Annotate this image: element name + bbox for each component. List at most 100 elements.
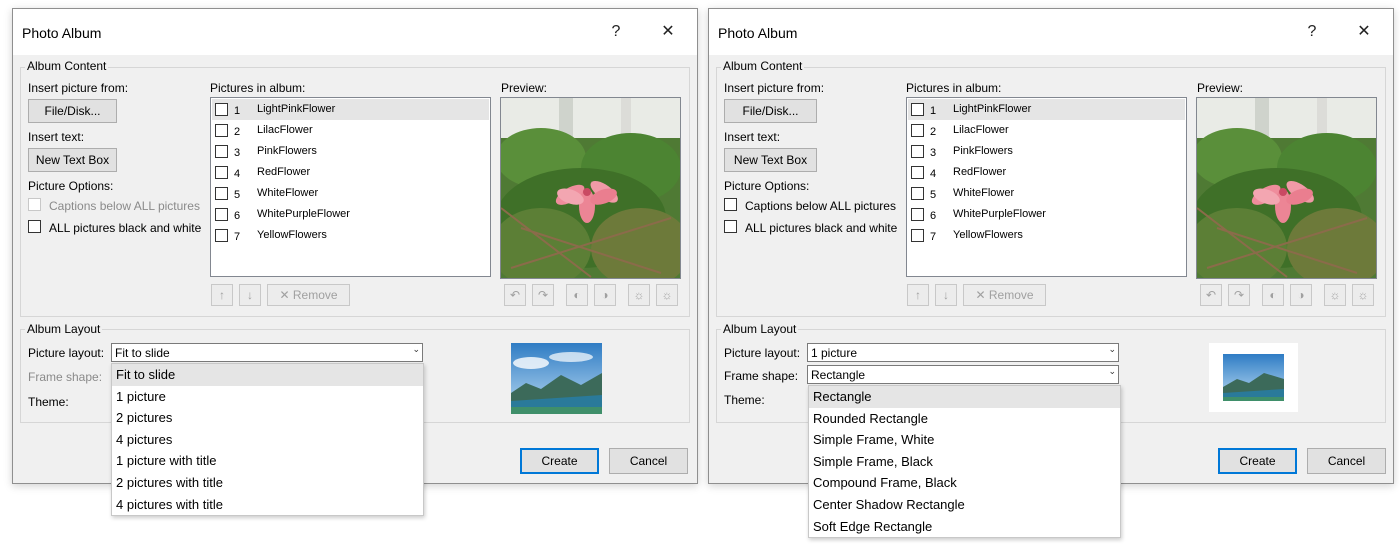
black-white-checkbox[interactable] bbox=[28, 220, 41, 233]
frame-shape-select[interactable]: Rectangle ⌄ bbox=[807, 365, 1119, 384]
list-item[interactable]: 4 RedFlower bbox=[908, 162, 1185, 183]
list-item[interactable]: 6 WhitePurpleFlower bbox=[212, 204, 489, 225]
cancel-button[interactable]: Cancel bbox=[1307, 448, 1386, 474]
list-item-checkbox[interactable] bbox=[215, 166, 228, 179]
list-item-checkbox[interactable] bbox=[911, 187, 924, 200]
close-button[interactable]: ✕ bbox=[1349, 19, 1379, 45]
remove-label: Remove bbox=[988, 288, 1034, 302]
cancel-button[interactable]: Cancel bbox=[609, 448, 688, 474]
list-item-checkbox[interactable] bbox=[215, 229, 228, 242]
list-item-checkbox[interactable] bbox=[215, 124, 228, 137]
create-label: Create bbox=[1239, 454, 1276, 468]
new-text-box-button[interactable]: New Text Box bbox=[28, 148, 117, 172]
help-button[interactable]: ? bbox=[1297, 19, 1327, 45]
list-item[interactable]: 3 PinkFlowers bbox=[212, 141, 489, 162]
list-item[interactable]: 5 WhiteFlower bbox=[212, 183, 489, 204]
new-text-box-label: New Text Box bbox=[35, 153, 110, 167]
brightness-up-button[interactable]: ☼ bbox=[1324, 284, 1346, 306]
list-item-checkbox[interactable] bbox=[911, 208, 924, 221]
list-item[interactable]: 1 LightPinkFlower bbox=[212, 99, 489, 120]
rotate-right-icon: ↷ bbox=[537, 288, 549, 302]
picture-options-label: Picture Options: bbox=[28, 179, 114, 193]
picture-layout-select[interactable]: 1 picture ⌄ bbox=[807, 343, 1119, 362]
black-white-checkbox[interactable] bbox=[724, 220, 737, 233]
list-item-checkbox[interactable] bbox=[911, 124, 924, 137]
rotate-left-button[interactable]: ↶ bbox=[504, 284, 526, 306]
frame-option[interactable]: Rectangle bbox=[809, 386, 1120, 408]
rotate-right-button[interactable]: ↷ bbox=[1228, 284, 1250, 306]
picture-layout-select[interactable]: Fit to slide ⌄ bbox=[111, 343, 423, 362]
contrast-down-button[interactable]: ◑ bbox=[594, 284, 616, 306]
contrast-down-button[interactable]: ◑ bbox=[1290, 284, 1312, 306]
layout-option[interactable]: 1 picture bbox=[112, 386, 423, 408]
contrast-up-button[interactable]: ◐ bbox=[1262, 284, 1284, 306]
frame-option[interactable]: Soft Edge Rectangle bbox=[809, 516, 1120, 538]
list-item[interactable]: 6 WhitePurpleFlower bbox=[908, 204, 1185, 225]
pictures-listbox[interactable]: 1 LightPinkFlower 2 LilacFlower 3 PinkFlowe… bbox=[210, 97, 491, 277]
list-item-checkbox[interactable] bbox=[215, 187, 228, 200]
list-item-checkbox[interactable] bbox=[911, 229, 924, 242]
list-item-checkbox[interactable] bbox=[911, 103, 924, 116]
move-down-button[interactable]: ↓ bbox=[935, 284, 957, 306]
layout-option[interactable]: 1 picture with title bbox=[112, 450, 423, 472]
file-disk-label: File/Disk... bbox=[44, 104, 101, 118]
list-item-checkbox[interactable] bbox=[215, 208, 228, 221]
list-item-name: YellowFlowers bbox=[257, 229, 327, 241]
frame-option[interactable]: Compound Frame, Black bbox=[809, 472, 1120, 494]
create-button[interactable]: Create bbox=[1218, 448, 1297, 474]
list-item[interactable]: 2 LilacFlower bbox=[908, 120, 1185, 141]
black-white-label: ALL pictures black and white bbox=[745, 221, 898, 235]
list-item-checkbox[interactable] bbox=[215, 103, 228, 116]
pictures-listbox[interactable]: 1 LightPinkFlower 2 LilacFlower 3 PinkFlowe… bbox=[906, 97, 1187, 277]
captions-checkbox[interactable] bbox=[724, 198, 737, 211]
layout-option[interactable]: 2 pictures with title bbox=[112, 472, 423, 494]
list-item[interactable]: 7 YellowFlowers bbox=[908, 225, 1185, 246]
close-button[interactable]: ✕ bbox=[653, 19, 683, 45]
remove-button[interactable]: ✕ Remove bbox=[963, 284, 1046, 306]
list-item[interactable]: 5 WhiteFlower bbox=[908, 183, 1185, 204]
create-button[interactable]: Create bbox=[520, 448, 599, 474]
file-disk-button[interactable]: File/Disk... bbox=[28, 99, 117, 123]
rotate-left-button[interactable]: ↶ bbox=[1200, 284, 1222, 306]
move-down-button[interactable]: ↓ bbox=[239, 284, 261, 306]
contrast-up-button[interactable]: ◐ bbox=[566, 284, 588, 306]
layout-option[interactable]: Fit to slide bbox=[112, 364, 423, 386]
help-button[interactable]: ? bbox=[601, 19, 631, 45]
list-item[interactable]: 3 PinkFlowers bbox=[908, 141, 1185, 162]
brightness-up-icon: ☼ bbox=[1329, 288, 1341, 302]
remove-icon: ✕ bbox=[975, 288, 986, 302]
move-up-button[interactable]: ↑ bbox=[211, 284, 233, 306]
list-item-name: RedFlower bbox=[953, 166, 1007, 178]
frame-shape-label: Frame shape: bbox=[28, 370, 103, 384]
file-disk-button[interactable]: File/Disk... bbox=[724, 99, 817, 123]
list-item[interactable]: 1 LightPinkFlower bbox=[908, 99, 1185, 120]
list-item-checkbox[interactable] bbox=[911, 166, 924, 179]
layout-option[interactable]: 4 pictures bbox=[112, 429, 423, 451]
picture-layout-value: Fit to slide bbox=[115, 346, 170, 360]
frame-option[interactable]: Rounded Rectangle bbox=[809, 408, 1120, 430]
layout-option[interactable]: 4 pictures with title bbox=[112, 494, 423, 516]
move-up-button[interactable]: ↑ bbox=[907, 284, 929, 306]
frame-option[interactable]: Simple Frame, Black bbox=[809, 451, 1120, 473]
frame-option[interactable]: Simple Frame, White bbox=[809, 429, 1120, 451]
list-item-number: 2 bbox=[930, 126, 937, 138]
flower-photo bbox=[1197, 98, 1376, 278]
remove-button[interactable]: ✕ Remove bbox=[267, 284, 350, 306]
list-item[interactable]: 2 LilacFlower bbox=[212, 120, 489, 141]
photo-album-dialog-left: Photo Album ? ✕ Album Content Insert pic… bbox=[12, 8, 698, 517]
layout-option[interactable]: 2 pictures bbox=[112, 407, 423, 429]
brightness-up-button[interactable]: ☼ bbox=[628, 284, 650, 306]
list-item[interactable]: 7 YellowFlowers bbox=[212, 225, 489, 246]
list-item-number: 4 bbox=[930, 168, 937, 180]
brightness-down-button[interactable]: ☼ bbox=[656, 284, 678, 306]
rotate-right-button[interactable]: ↷ bbox=[532, 284, 554, 306]
frame-option[interactable]: Center Shadow Rectangle bbox=[809, 494, 1120, 516]
new-text-box-button[interactable]: New Text Box bbox=[724, 148, 817, 172]
list-item-name: RedFlower bbox=[257, 166, 311, 178]
list-item[interactable]: 4 RedFlower bbox=[212, 162, 489, 183]
list-item-checkbox[interactable] bbox=[911, 145, 924, 158]
brightness-down-button[interactable]: ☼ bbox=[1352, 284, 1374, 306]
list-item-checkbox[interactable] bbox=[215, 145, 228, 158]
captions-checkbox[interactable] bbox=[28, 198, 41, 211]
rotate-left-icon: ↶ bbox=[509, 288, 521, 302]
